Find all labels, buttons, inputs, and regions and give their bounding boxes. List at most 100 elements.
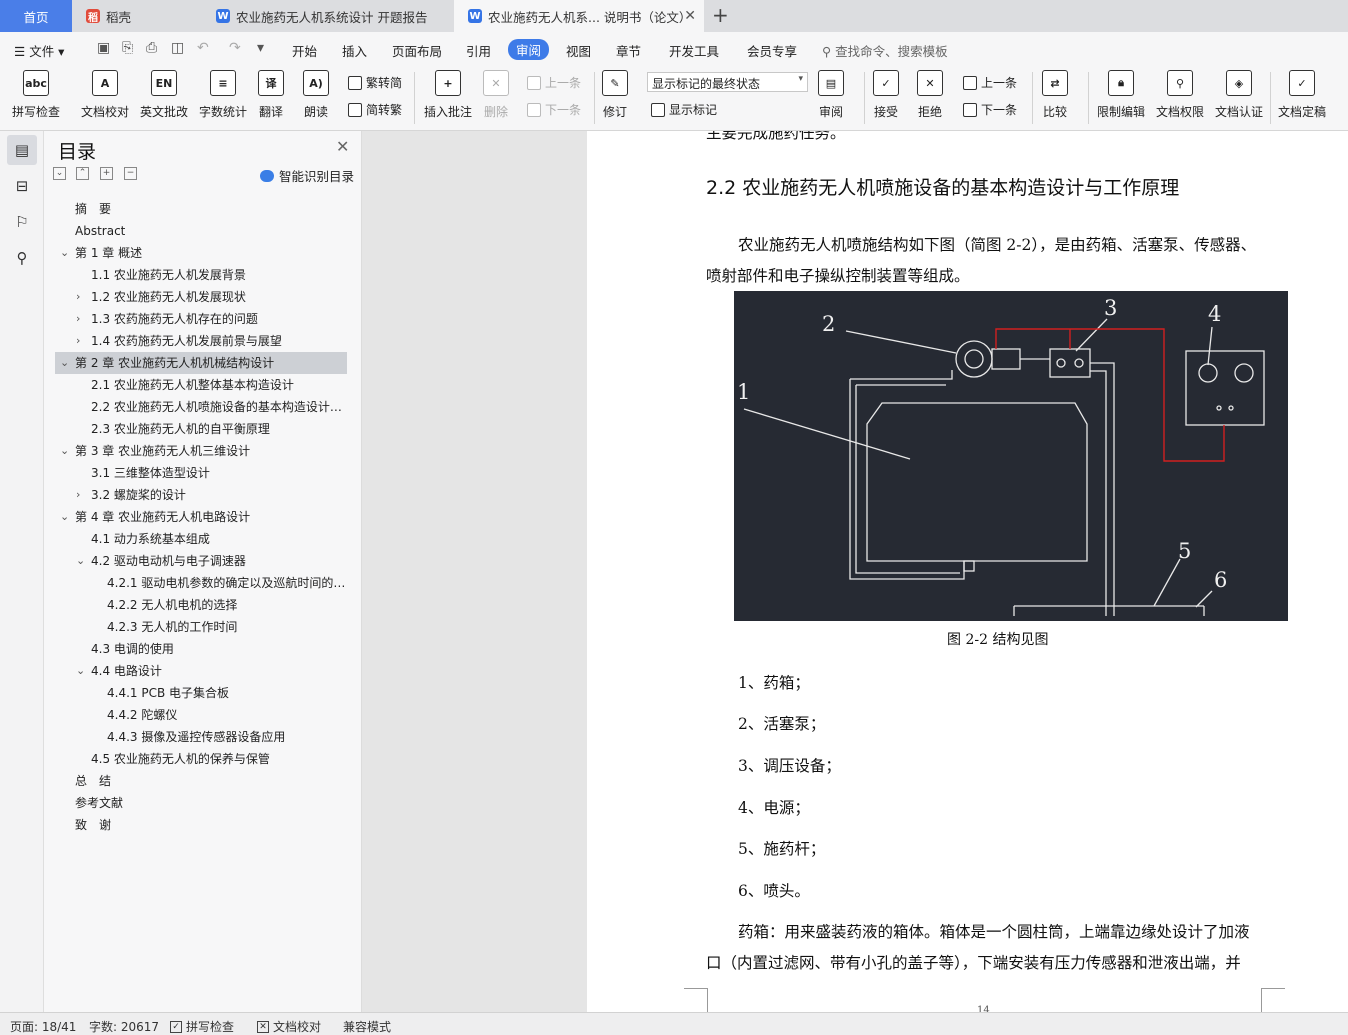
toc-item[interactable]: 总 结 <box>55 770 347 792</box>
chapter-nav-icon[interactable]: ⊟ <box>11 175 33 197</box>
redo-icon[interactable]: ↷ <box>229 40 241 56</box>
save-icon[interactable]: ▣ <box>97 40 110 56</box>
track-changes-button[interactable]: ✎ 修订 <box>602 70 628 120</box>
restrict-edit-button[interactable]: 🔒︎ 限制编辑 <box>1097 70 1145 120</box>
next-change-button[interactable]: 下一条 <box>963 101 1017 118</box>
toc-item[interactable]: 2.3 农业施药无人机的自平衡原理 <box>55 418 347 440</box>
chevron-right-icon[interactable]: › <box>76 484 80 506</box>
toc-item[interactable]: › 1.4 农药施药无人机发展前景与展望 <box>55 330 347 352</box>
toc-item[interactable]: ⌄ 4.2 驱动电动机与电子调速器 <box>55 550 347 572</box>
menu-review[interactable]: 审阅 <box>508 39 550 60</box>
toc-item[interactable]: 4.2.1 驱动电机参数的确定以及巡航时间的计算 <box>55 572 347 594</box>
menu-start[interactable]: 开始 <box>292 41 317 60</box>
spell-check-button[interactable]: abc 拼写检查 <box>12 70 60 120</box>
toc-item[interactable]: ⌄ 第 2 章 农业施药无人机机械结构设计 <box>55 352 347 374</box>
print-preview-icon[interactable]: ◫ <box>171 40 184 56</box>
status-spell-check[interactable]: ✓ 拼写检查 <box>170 1018 234 1035</box>
chevron-down-icon[interactable]: ⌄ <box>76 550 85 572</box>
print-icon[interactable]: ⎙ <box>146 40 157 56</box>
menu-chapter[interactable]: 章节 <box>616 41 641 60</box>
chevron-down-icon[interactable]: ⌄ <box>60 440 69 462</box>
expand-up-icon[interactable]: ⌃ <box>76 167 89 180</box>
toc-pane-icon[interactable]: ▤ <box>7 135 37 165</box>
toc-item[interactable]: ⌄ 第 4 章 农业施药无人机电路设计 <box>55 506 347 528</box>
toc-item[interactable]: ⌄ 第 1 章 概述 <box>55 242 347 264</box>
next-comment-button[interactable]: 下一条 <box>527 101 581 118</box>
doc-finalize-button[interactable]: ✓ 文档定稿 <box>1278 70 1326 120</box>
read-aloud-button[interactable]: A) 朗读 <box>303 70 329 120</box>
toc-item[interactable]: › 3.2 螺旋桨的设计 <box>55 484 347 506</box>
remove-heading-icon[interactable]: − <box>124 167 137 180</box>
markup-state-select[interactable]: 显示标记的最终状态 ▾ <box>647 72 808 92</box>
tab-docer[interactable]: 稻 稻壳 <box>72 0 202 32</box>
chevron-down-icon[interactable]: ⌄ <box>60 506 69 528</box>
toc-item[interactable]: ⌄ 4.4 电路设计 <box>55 660 347 682</box>
chevron-right-icon[interactable]: › <box>76 330 80 352</box>
new-tab-plus-icon[interactable]: + <box>712 3 729 27</box>
toc-item[interactable]: 3.1 三维整体造型设计 <box>55 462 347 484</box>
close-icon[interactable]: ✕ <box>684 8 696 24</box>
document-page[interactable]: 主要完成施药任务。 2.2 农业施药无人机喷施设备的基本构造设计与工作原理 农业… <box>587 131 1348 1012</box>
insert-comment-button[interactable]: + 插入批注 <box>424 70 472 120</box>
compare-button[interactable]: ⇄ 比较 <box>1042 70 1068 120</box>
doc-auth-button[interactable]: ◈ 文档认证 <box>1215 70 1263 120</box>
toc-item[interactable]: Abstract <box>55 220 347 242</box>
status-doc-proof[interactable]: ✕ 文档校对 <box>257 1018 321 1035</box>
toc-item[interactable]: 1.1 农业施药无人机发展背景 <box>55 264 347 286</box>
quick-access-dropdown-icon[interactable]: ▾ <box>257 40 264 56</box>
chevron-down-icon[interactable]: ⌄ <box>60 242 69 264</box>
collapse-all-icon[interactable]: ⌄ <box>53 167 66 180</box>
simp-to-trad-button[interactable]: 简转繁 <box>348 101 402 118</box>
toc-item[interactable]: 4.4.3 摄像及遥控传感器设备应用 <box>55 726 347 748</box>
toc-item[interactable]: ⌄ 第 3 章 农业施药无人机三维设计 <box>55 440 347 462</box>
delete-comment-button[interactable]: ✕ 删除 <box>483 70 509 120</box>
menu-view[interactable]: 视图 <box>566 41 591 60</box>
word-count-button[interactable]: ≡ 字数统计 <box>199 70 247 120</box>
menu-member[interactable]: 会员专享 <box>747 41 797 60</box>
tab-opening-report[interactable]: W 农业施药无人机系统设计 开题报告 <box>202 0 454 32</box>
toc-item[interactable]: › 1.2 农业施药无人机发展现状 <box>55 286 347 308</box>
word-count-indicator[interactable]: 字数: 20617 <box>89 1018 159 1035</box>
toc-item[interactable]: 2.2 农业施药无人机喷施设备的基本构造设计与工作原理 <box>55 396 347 418</box>
page-indicator[interactable]: 页面: 18/41 <box>10 1018 76 1035</box>
accept-button[interactable]: ✓ 接受 <box>873 70 899 120</box>
toc-item[interactable]: 4.3 电调的使用 <box>55 638 347 660</box>
close-icon[interactable]: ✕ <box>336 137 349 156</box>
chevron-down-icon[interactable]: ⌄ <box>76 660 85 682</box>
chevron-right-icon[interactable]: › <box>76 308 80 330</box>
toc-item[interactable]: 2.1 农业施药无人机整体基本构造设计 <box>55 374 347 396</box>
toc-item[interactable]: 致 谢 <box>55 814 347 836</box>
bookmark-icon[interactable]: ⚐ <box>11 211 33 233</box>
translate-button[interactable]: 译翻译 <box>258 70 284 120</box>
undo-icon[interactable]: ↶ <box>197 40 209 56</box>
export-icon[interactable]: ⎘ <box>122 40 133 56</box>
command-search[interactable]: ⚲ 查找命令、搜索模板 <box>822 41 948 60</box>
toc-item[interactable]: › 1.3 农药施药无人机存在的问题 <box>55 308 347 330</box>
search-icon[interactable]: ⚲ <box>11 247 33 269</box>
english-correct-button[interactable]: EN 英文批改 <box>140 70 188 120</box>
add-heading-icon[interactable]: + <box>100 167 113 180</box>
menu-developer[interactable]: 开发工具 <box>669 41 719 60</box>
chevron-right-icon[interactable]: › <box>76 286 80 308</box>
doc-rights-button[interactable]: ⚲ 文档权限 <box>1156 70 1204 120</box>
toc-item[interactable]: 4.1 动力系统基本组成 <box>55 528 347 550</box>
toc-item[interactable]: 4.2.3 无人机的工作时间 <box>55 616 347 638</box>
toc-item[interactable]: 摘 要 <box>55 198 347 220</box>
reject-button[interactable]: ✕ 拒绝 <box>917 70 943 120</box>
file-menu[interactable]: ☰ 文件 ▾ <box>14 41 64 60</box>
doc-proof-button[interactable]: A 文档校对 <box>81 70 129 120</box>
toc-item[interactable]: 参考文献 <box>55 792 347 814</box>
chevron-down-icon[interactable]: ⌄ <box>60 352 69 374</box>
tab-home[interactable]: 首页 <box>0 0 72 32</box>
toc-item[interactable]: 4.5 农业施药无人机的保养与保管 <box>55 748 347 770</box>
toc-item[interactable]: 4.2.2 无人机电机的选择 <box>55 594 347 616</box>
menu-references[interactable]: 引用 <box>466 41 491 60</box>
menu-page-layout[interactable]: 页面布局 <box>392 41 442 60</box>
prev-change-button[interactable]: 上一条 <box>963 74 1017 91</box>
trad-to-simp-button[interactable]: 繁转简 <box>348 74 402 91</box>
menu-insert[interactable]: 插入 <box>342 41 367 60</box>
smart-toc-button[interactable]: 智能识别目录 <box>260 166 354 185</box>
tab-thesis[interactable]: W 农业施药无人机系... 说明书（论文） ✕ <box>454 0 704 32</box>
show-markup-button[interactable]: 显示标记 <box>651 101 717 118</box>
toc-item[interactable]: 4.4.2 陀螺仪 <box>55 704 347 726</box>
